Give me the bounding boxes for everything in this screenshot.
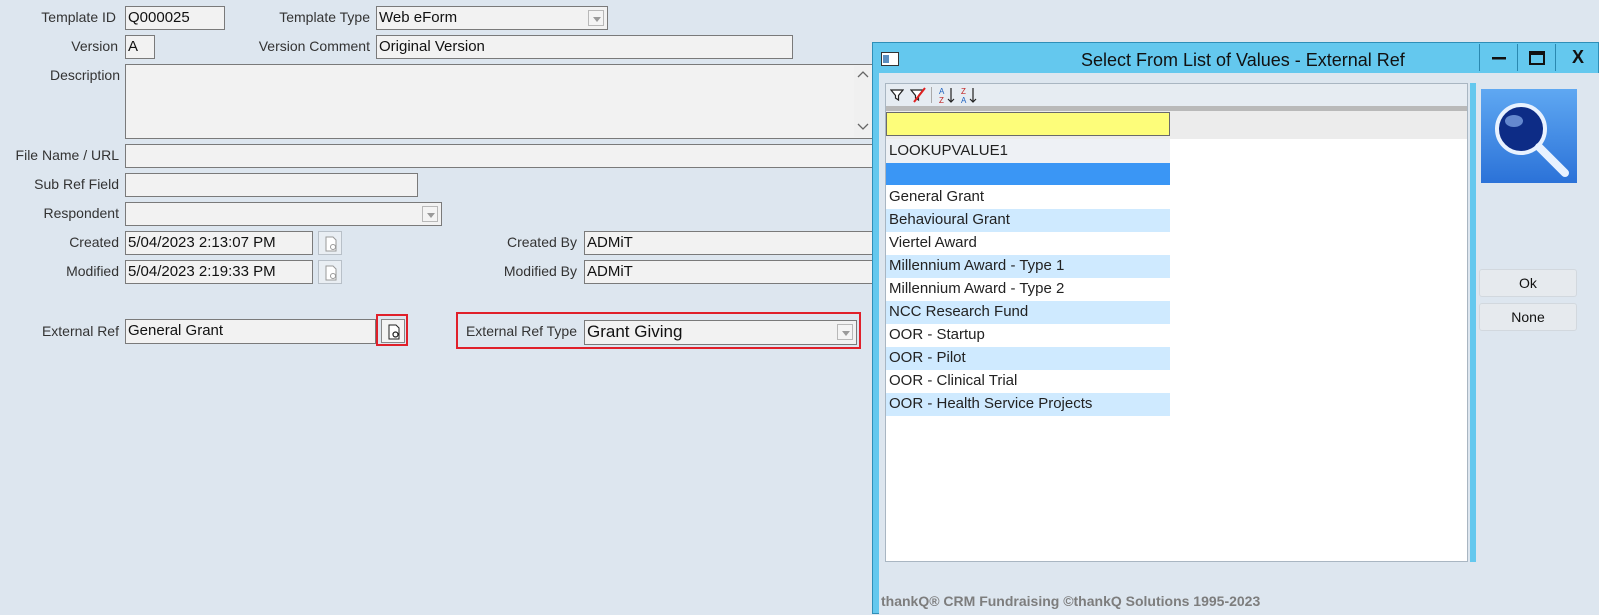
modified-by-label: Modified By xyxy=(503,263,577,279)
version-label: Version xyxy=(71,38,118,54)
value-list-panel: A Z Z A LOOKUPVALUE1 General Grant Behav… xyxy=(885,83,1468,562)
search-magnifier-icon xyxy=(1481,89,1577,183)
window-icon xyxy=(881,52,899,66)
external-ref-label: External Ref xyxy=(41,323,119,339)
scroll-down-icon[interactable] xyxy=(857,123,869,131)
description-label: Description xyxy=(49,67,120,83)
list-item[interactable]: OOR - Pilot xyxy=(886,347,1170,370)
list-item[interactable]: Millennium Award - Type 1 xyxy=(886,255,1170,278)
created-label: Created xyxy=(69,234,119,250)
document-icon xyxy=(325,236,337,252)
minimize-button[interactable] xyxy=(1479,44,1517,71)
list-toolbar: A Z Z A xyxy=(886,84,1467,106)
maximize-icon xyxy=(1529,51,1545,65)
list-item[interactable]: Behavioural Grant xyxy=(886,209,1170,232)
dialog-body: A Z Z A LOOKUPVALUE1 General Grant Behav… xyxy=(879,73,1599,615)
dialog-title-bar[interactable]: Select From List of Values - External Re… xyxy=(873,43,1599,73)
lookup-dialog: Select From List of Values - External Re… xyxy=(872,42,1599,615)
footer-copyright: thankQ® CRM Fundraising ©thankQ Solution… xyxy=(881,593,1261,609)
created-by-label: Created By xyxy=(506,234,577,250)
minimize-icon xyxy=(1492,57,1506,60)
document-search-icon xyxy=(388,324,400,340)
filter-icon[interactable] xyxy=(890,88,904,102)
respondent-label: Respondent xyxy=(43,205,119,221)
svg-text:Z: Z xyxy=(961,87,966,96)
template-type-label: Template Type xyxy=(279,9,370,25)
panel-divider xyxy=(1470,83,1476,562)
modified-field: 5/04/2023 2:19:33 PM xyxy=(125,260,313,284)
maximize-button[interactable] xyxy=(1517,44,1555,71)
selected-row[interactable] xyxy=(886,163,1170,185)
svg-text:A: A xyxy=(939,87,945,96)
sort-ascending-icon[interactable]: A Z xyxy=(938,86,956,104)
sub-ref-label: Sub Ref Field xyxy=(34,176,119,192)
file-name-field[interactable] xyxy=(125,144,876,168)
scroll-up-icon[interactable] xyxy=(857,70,869,78)
modified-by-field: ADMiT xyxy=(584,260,884,284)
filter-input[interactable] xyxy=(886,112,1170,136)
file-name-label: File Name / URL xyxy=(15,147,119,163)
toolbar-divider xyxy=(931,87,932,103)
chevron-down-icon[interactable] xyxy=(837,324,853,340)
clear-filter-icon[interactable] xyxy=(910,87,926,103)
template-type-select[interactable]: Web eForm xyxy=(376,6,608,30)
ok-button[interactable]: Ok xyxy=(1479,269,1577,297)
svg-text:A: A xyxy=(961,96,967,104)
version-comment-field[interactable]: Original Version xyxy=(376,35,793,59)
description-field[interactable] xyxy=(125,64,876,139)
respondent-select[interactable] xyxy=(125,202,442,226)
list-item[interactable]: OOR - Startup xyxy=(886,324,1170,347)
template-id-label: Template ID xyxy=(41,9,116,25)
created-by-field: ADMiT xyxy=(584,231,884,255)
created-detail-button[interactable] xyxy=(318,231,342,255)
list-item[interactable]: OOR - Health Service Projects xyxy=(886,393,1170,416)
list-item[interactable]: Viertel Award xyxy=(886,232,1170,255)
close-button[interactable]: X xyxy=(1555,44,1599,71)
list-item[interactable]: General Grant xyxy=(886,186,1170,209)
sort-descending-icon[interactable]: Z A xyxy=(960,86,978,104)
close-icon: X xyxy=(1572,47,1585,67)
template-type-value: Web eForm xyxy=(379,9,458,26)
created-field: 5/04/2023 2:13:07 PM xyxy=(125,231,313,255)
dialog-title: Select From List of Values - External Re… xyxy=(1081,50,1405,70)
none-button[interactable]: None xyxy=(1479,303,1577,331)
list-item[interactable]: NCC Research Fund xyxy=(886,301,1170,324)
external-ref-type-select[interactable]: Grant Giving xyxy=(584,320,857,345)
external-ref-field[interactable]: General Grant xyxy=(125,319,376,344)
svg-text:Z: Z xyxy=(939,96,944,104)
modified-label: Modified xyxy=(66,263,119,279)
modified-detail-button[interactable] xyxy=(318,260,342,284)
external-ref-lookup-button[interactable] xyxy=(381,319,405,343)
description-scrollbar[interactable] xyxy=(854,66,872,137)
list-item[interactable]: OOR - Clinical Trial xyxy=(886,370,1170,393)
version-comment-label: Version Comment xyxy=(258,38,370,54)
sub-ref-field[interactable] xyxy=(125,173,418,197)
version-field[interactable]: A xyxy=(125,35,155,59)
column-header-lookupvalue1[interactable]: LOOKUPVALUE1 xyxy=(886,139,1170,163)
chevron-down-icon[interactable] xyxy=(588,10,604,26)
external-ref-type-label: External Ref Type xyxy=(465,323,577,339)
template-id-field[interactable]: Q000025 xyxy=(125,6,225,30)
list-item[interactable]: Millennium Award - Type 2 xyxy=(886,278,1170,301)
chevron-down-icon[interactable] xyxy=(422,206,438,222)
external-ref-type-value: Grant Giving xyxy=(587,322,683,341)
document-icon xyxy=(325,265,337,281)
